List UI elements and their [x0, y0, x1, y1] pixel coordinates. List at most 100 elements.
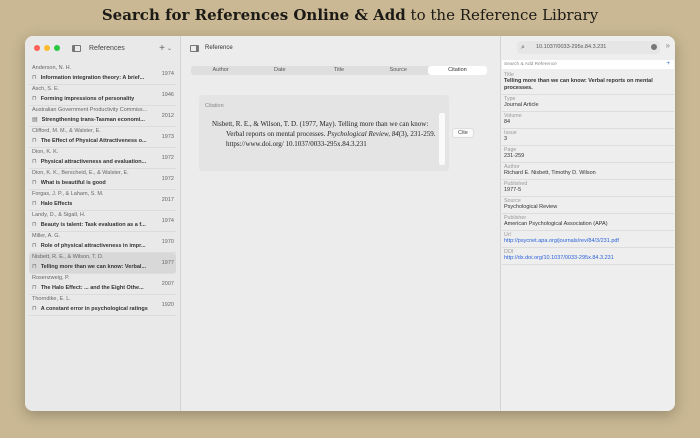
tab-title[interactable]: Title [309, 66, 368, 75]
item-author: Dion, K. K., Berscheid, E., & Walster, E… [32, 170, 129, 176]
item-year: 1977 [161, 260, 174, 266]
list-item[interactable]: Thorndike, E. L. ⊓ A constant error in ps… [29, 295, 176, 316]
item-author: Landy, D., & Sigall, H. [32, 212, 86, 218]
list-item[interactable]: Dion, K. K. ⊓ Physical attractiveness and… [29, 148, 176, 169]
clear-search-icon[interactable] [651, 44, 657, 50]
item-author: Forgas, J. P., & Laham, S. M. [32, 191, 104, 197]
details-pane: ⌕ 10.1037/0033-295x.84.3.231 » Search & A… [500, 36, 675, 411]
field-issue: Issue 3 [502, 129, 674, 146]
field-url: Url http://psycnet.apa.org/journals/rev/8… [502, 231, 674, 248]
reference-pane: Reference Author Date Title Source Citation … [181, 36, 500, 411]
item-year: 1970 [161, 239, 174, 245]
search-value: 10.1037/0033-295x.84.3.231 [536, 44, 607, 50]
citation-label: Citation [205, 103, 224, 109]
tab-author[interactable]: Author [191, 66, 250, 75]
search-input[interactable]: ⌕ 10.1037/0033-295x.84.3.231 [517, 41, 660, 54]
item-year: 1974 [161, 71, 174, 77]
field-volume: Volume 84 [502, 112, 674, 129]
citation-card: Citation Nisbett, R. E., & Wilson, T. D.… [199, 95, 449, 171]
item-title: Forming impressions of personality [40, 95, 135, 102]
field-value: Psychological Review [504, 204, 558, 210]
sidebar-toolbar: References + ⌄ [25, 36, 180, 60]
item-author: Rosenzweig, P. [32, 275, 70, 281]
item-year: 2007 [161, 281, 174, 287]
citation-text[interactable]: Nisbett, R. E., & Wilson, T. D. (1977, M… [212, 119, 437, 149]
list-item[interactable]: Dion, K. K., Berscheid, E., & Walster, E… [29, 169, 176, 190]
item-year: 1973 [161, 134, 174, 140]
bookmark-icon: ⊓ [32, 96, 37, 102]
field-doi: DOI http://dx.doi.org/10.1037/0033-295x.8… [502, 248, 674, 265]
tab-source[interactable]: Source [369, 66, 428, 75]
item-title: A constant error in psychological rating… [40, 305, 148, 312]
add-reference-button[interactable]: + [159, 43, 165, 54]
list-item[interactable]: Australian Government Productivity Commi… [29, 106, 176, 127]
close-button[interactable] [34, 45, 40, 51]
item-year: 1920 [161, 302, 174, 308]
chevron-down-icon[interactable]: ⌄ [167, 45, 172, 52]
bookmark-icon: ⊓ [32, 264, 37, 270]
headline-bold: Search for References Online & Add [101, 6, 406, 24]
item-title: The Halo Effect: ... and the Eight Othe.… [40, 284, 144, 291]
item-year: 2017 [161, 197, 174, 203]
sidebar-title: References [89, 44, 125, 52]
list-item[interactable]: Landy, D., & Sigall, H. ⊓ Beauty is talen… [29, 211, 176, 232]
item-author: Dion, K. K. [32, 149, 59, 155]
field-source: Source Psychological Review [502, 197, 674, 214]
field-value: 1977-5 [504, 187, 522, 193]
sidebar: References + ⌄ Anderson, N. H. ⊓ Informat… [25, 36, 181, 411]
list-item[interactable]: Nisbett, R. E., & Wilson, T. D. ⊓ Telling… [29, 253, 176, 274]
book-icon: ⊓ [32, 75, 37, 81]
item-title: Halo Effects [40, 200, 73, 207]
item-title: Telling more than we can know: Verbal... [40, 263, 147, 270]
citation-journal: Psychological Review, 84 [327, 130, 399, 138]
list-item[interactable]: Miller, A. G. ⊓ Role of physical attracti… [29, 232, 176, 253]
list-item[interactable]: Asch, S. E. ⊓ Forming impressions of pers… [29, 85, 176, 106]
list-item[interactable]: Anderson, N. H. ⊓ Information integration… [29, 64, 176, 85]
field-value: American Psychological Association (APA) [504, 221, 608, 227]
field-value[interactable]: http://psycnet.apa.org/journals/rev/84/3… [504, 238, 672, 245]
field-value: Telling more than we can know: Verbal re… [504, 78, 653, 91]
cite-button[interactable]: Cite [452, 128, 474, 138]
item-year: 1972 [161, 155, 174, 161]
document-icon: ▤ [32, 117, 38, 123]
item-author: Clifford, M. M., & Walster, E. [32, 128, 101, 134]
field-page: Page 231-259 [502, 146, 674, 163]
bookmark-icon: ⊓ [32, 222, 37, 228]
item-title: Role of physical attractiveness in impr.… [40, 242, 146, 249]
add-button[interactable]: + [666, 60, 670, 69]
headline-rest: to the Reference Library [405, 6, 599, 24]
reference-list: Anderson, N. H. ⊓ Information integration… [29, 64, 176, 316]
bookmark-icon: ⊓ [32, 180, 37, 186]
list-item[interactable]: Forgas, J. P., & Laham, S. M. ⊓ Halo Effe… [29, 190, 176, 211]
list-item[interactable]: Rosenzweig, P. ⊓ The Halo Effect: ... and… [29, 274, 176, 295]
headline: Search for References Online & Add to th… [0, 6, 700, 24]
item-title: What is beautiful is good [40, 179, 106, 186]
scrollbar[interactable] [439, 113, 445, 165]
item-title: Information integration theory: A brief.… [40, 74, 145, 81]
pane-title: Reference [205, 45, 233, 51]
item-year: 1946 [161, 92, 174, 98]
sidebar-toggle-icon[interactable] [190, 44, 199, 52]
search-add-reference-field[interactable]: Search & Add Reference + [502, 60, 674, 69]
list-item[interactable]: Clifford, M. M., & Walster, E. ⊓ The Effe… [29, 127, 176, 148]
tab-citation[interactable]: Citation [427, 66, 488, 75]
item-author: Thorndike, E. L. [32, 296, 71, 302]
item-title: Beauty is talent: Task evaluation as a f… [40, 221, 146, 228]
chevron-right-double-icon[interactable]: » [666, 41, 670, 50]
field-value: Richard E. Nisbett, Timothy D. Wilson [504, 170, 596, 176]
search-add-placeholder: Search & Add Reference [504, 62, 557, 67]
tab-date[interactable]: Date [250, 66, 309, 75]
field-value: 84 [504, 119, 511, 125]
sidebar-toggle-icon[interactable] [72, 44, 81, 52]
field-value: 3 [504, 136, 508, 142]
field-value: Journal Article [504, 102, 539, 108]
field-published: Published 1977-5 [502, 180, 674, 197]
field-value[interactable]: http://dx.doi.org/10.1037/0033-295x.84.3… [504, 255, 672, 262]
field-value: 231-259 [504, 153, 525, 159]
book-icon: ⊓ [32, 285, 37, 291]
bookmark-icon: ⊓ [32, 243, 37, 249]
item-title: The Effect of Physical Attractiveness o.… [40, 137, 147, 144]
zoom-button[interactable] [54, 45, 60, 51]
bookmark-icon: ⊓ [32, 138, 37, 144]
minimize-button[interactable] [44, 45, 50, 51]
